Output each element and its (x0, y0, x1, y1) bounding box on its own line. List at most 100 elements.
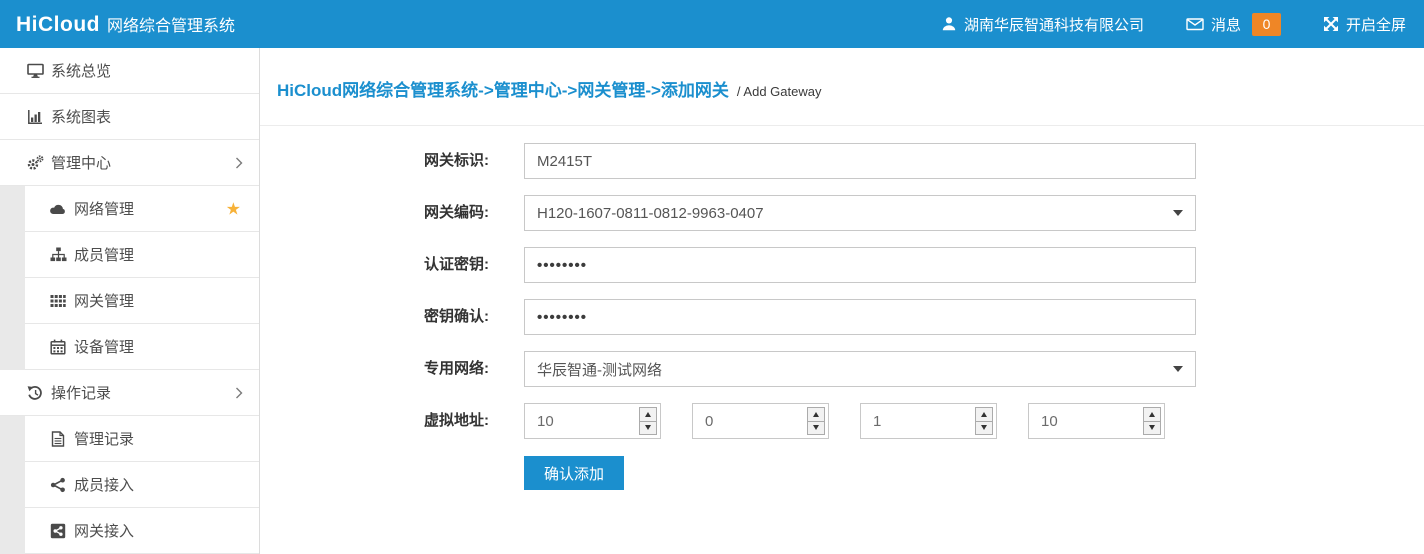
calendar-icon (48, 339, 68, 355)
messages-button[interactable]: 消息 0 (1186, 13, 1281, 36)
form-row-auth-key: 认证密钥: (424, 247, 1424, 283)
share-icon (48, 477, 68, 493)
virtual-address-octet-3-box (860, 403, 997, 439)
sidebar-item-system-overview[interactable]: 系统总览 (0, 48, 259, 94)
mail-icon (1186, 16, 1204, 32)
virtual-address-octet-2-box (692, 403, 829, 439)
gateway-code-label: 网关编码: (424, 195, 524, 231)
top-header-bar: HiCloud 网络综合管理系统 湖南华辰智通科技有限公司 消息 0 (0, 0, 1424, 48)
chevron-right-icon (235, 386, 243, 399)
messages-count-badge: 0 (1252, 13, 1281, 36)
sidebar-item-label: 成员接入 (74, 474, 134, 495)
sidebar-item-gateway-mgmt[interactable]: 网关管理 (0, 278, 259, 324)
confirm-add-button[interactable]: 确认添加 (524, 456, 624, 490)
header-right-group: 湖南华辰智通科技有限公司 消息 0 开启全屏 (941, 13, 1406, 36)
spinner-down-icon[interactable] (640, 422, 656, 435)
spinner-up-icon[interactable] (976, 408, 992, 422)
caret-down-icon (1173, 210, 1183, 216)
private-network-select[interactable]: 华辰智通-测试网络 (524, 351, 1196, 387)
spinner-down-icon[interactable] (1144, 422, 1160, 435)
form-row-gateway-id: 网关标识: (424, 143, 1424, 179)
company-name: 湖南华辰智通科技有限公司 (964, 14, 1144, 35)
spinner-control[interactable] (639, 407, 657, 435)
fullscreen-label: 开启全屏 (1346, 14, 1406, 35)
sidebar-item-admin-center[interactable]: 管理中心 (0, 140, 259, 186)
sidebar-item-operation-logs[interactable]: 操作记录 (0, 370, 259, 416)
private-network-label: 专用网络: (424, 351, 524, 387)
gateway-code-value: H120-1607-0811-0812-9963-0407 (537, 205, 1173, 222)
virtual-address-octet-2-input[interactable] (693, 413, 807, 430)
sidebar-item-network-mgmt[interactable]: 网络管理 ★ (0, 186, 259, 232)
virtual-address-octet-4-box (1028, 403, 1165, 439)
app-window: HiCloud 网络综合管理系统 湖南华辰智通科技有限公司 消息 0 (0, 0, 1424, 554)
file-text-icon (48, 431, 68, 447)
cloud-icon (48, 202, 68, 216)
breadcrumb-bar: HiCloud网络综合管理系统->管理中心->网关管理->添加网关 / Add … (260, 48, 1424, 126)
virtual-address-octet-4-input[interactable] (1029, 413, 1143, 430)
user-icon (941, 16, 957, 32)
grid-icon (48, 294, 68, 308)
company-account[interactable]: 湖南华辰智通科技有限公司 (941, 14, 1144, 35)
chevron-right-icon (235, 156, 243, 169)
sidebar-item-label: 成员管理 (74, 244, 134, 265)
gateway-code-select[interactable]: H120-1607-0811-0812-9963-0407 (524, 195, 1196, 231)
sidebar-item-label: 设备管理 (74, 336, 134, 357)
spinner-control[interactable] (1143, 407, 1161, 435)
fullscreen-icon (1323, 16, 1339, 32)
breadcrumb: HiCloud网络综合管理系统->管理中心->网关管理->添加网关 / Add … (277, 76, 1424, 101)
sidebar-item-label: 网关管理 (74, 290, 134, 311)
auth-key-input[interactable] (524, 247, 1196, 283)
messages-label: 消息 (1211, 14, 1241, 35)
gateway-id-input[interactable] (524, 143, 1196, 179)
sidebar-item-label: 操作记录 (51, 382, 111, 403)
brand-name: HiCloud (16, 13, 100, 37)
spinner-down-icon[interactable] (976, 422, 992, 435)
key-confirm-input[interactable] (524, 299, 1196, 335)
desktop-icon (25, 63, 45, 79)
share-square-icon (48, 523, 68, 539)
spinner-control[interactable] (975, 407, 993, 435)
sidebar-item-system-charts[interactable]: 系统图表 (0, 94, 259, 140)
breadcrumb-path: HiCloud网络综合管理系统->管理中心->网关管理->添加网关 (277, 76, 729, 101)
gateway-id-label: 网关标识: (424, 143, 524, 179)
virtual-address-label: 虚拟地址: (424, 403, 524, 439)
virtual-address-octet-1-input[interactable] (525, 413, 639, 430)
form-row-private-network: 专用网络: 华辰智通-测试网络 (424, 351, 1424, 387)
history-icon (25, 385, 45, 401)
auth-key-label: 认证密钥: (424, 247, 524, 283)
add-gateway-form: 网关标识: 网关编码: H120-1607-0811-0812-9963-040… (260, 126, 1424, 506)
key-confirm-label: 密钥确认: (424, 299, 524, 335)
spinner-up-icon[interactable] (640, 408, 656, 422)
sidebar-item-device-mgmt[interactable]: 设备管理 (0, 324, 259, 370)
sidebar-item-label: 管理记录 (74, 428, 134, 449)
virtual-address-group (524, 403, 1165, 439)
spinner-up-icon[interactable] (1144, 408, 1160, 422)
submit-spacer (424, 455, 524, 490)
fullscreen-button[interactable]: 开启全屏 (1323, 14, 1406, 35)
sidebar-item-label: 管理中心 (51, 152, 111, 173)
sidebar-item-label: 网关接入 (74, 520, 134, 541)
spinner-down-icon[interactable] (808, 422, 824, 435)
form-row-virtual-address: 虚拟地址: (424, 403, 1424, 439)
sidebar-item-label: 系统图表 (51, 106, 111, 127)
sidebar-item-member-access[interactable]: 成员接入 (0, 462, 259, 508)
sidebar-nav: 系统总览 系统图表 管理中心 (0, 48, 260, 554)
form-row-submit: 确认添加 (424, 455, 1424, 490)
breadcrumb-suffix: / Add Gateway (737, 84, 822, 99)
form-row-key-confirm: 密钥确认: (424, 299, 1424, 335)
virtual-address-octet-3-input[interactable] (861, 413, 975, 430)
caret-down-icon (1173, 366, 1183, 372)
form-row-gateway-code: 网关编码: H120-1607-0811-0812-9963-0407 (424, 195, 1424, 231)
spinner-up-icon[interactable] (808, 408, 824, 422)
sidebar-item-member-mgmt[interactable]: 成员管理 (0, 232, 259, 278)
private-network-value: 华辰智通-测试网络 (537, 359, 1173, 380)
sitemap-icon (48, 247, 68, 262)
spinner-control[interactable] (807, 407, 825, 435)
app-logo: HiCloud 网络综合管理系统 (16, 12, 235, 37)
star-icon[interactable]: ★ (226, 200, 241, 217)
sidebar-item-gateway-access[interactable]: 网关接入 (0, 508, 259, 554)
bar-chart-icon (25, 109, 45, 125)
main-content: HiCloud网络综合管理系统->管理中心->网关管理->添加网关 / Add … (260, 48, 1424, 554)
sidebar-item-admin-logs[interactable]: 管理记录 (0, 416, 259, 462)
sidebar-item-label: 网络管理 (74, 198, 134, 219)
